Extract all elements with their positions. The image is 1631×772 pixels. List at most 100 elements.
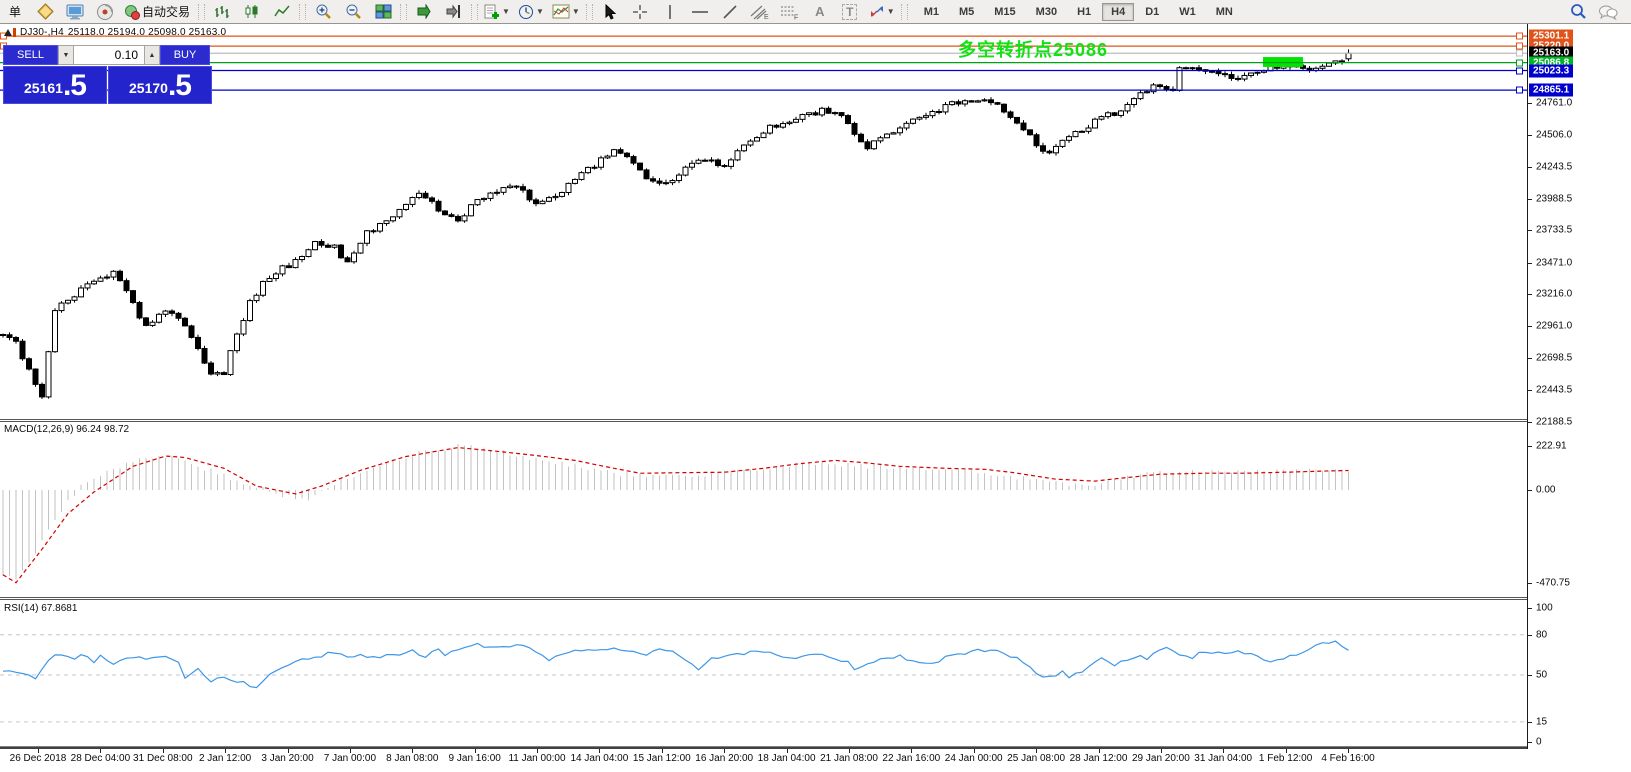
macd-label: MACD(12,26,9) 96.24 98.72 xyxy=(4,424,129,435)
autotrading-button[interactable]: 自动交易 xyxy=(121,1,195,23)
chart-ohlc-values: 25118.0 25194.0 25098.0 25163.0 xyxy=(68,27,226,38)
level-line-right-marker[interactable] xyxy=(1516,67,1523,74)
market-watch-icon[interactable] xyxy=(31,1,59,23)
rsi-axis-tick xyxy=(1527,675,1532,676)
price-axis-tick-label: 23471.0 xyxy=(1536,257,1572,268)
candlestick-chart-button[interactable] xyxy=(238,1,266,23)
new-order-button[interactable]: 单 xyxy=(1,1,29,23)
time-axis-label: 25 Jan 08:00 xyxy=(1007,753,1065,764)
time-axis-label: 2 Jan 12:00 xyxy=(199,753,251,764)
rsi-axis-tick-label: 100 xyxy=(1536,603,1553,614)
buy-price-display[interactable]: 25170.5 xyxy=(108,66,212,104)
time-axis-label: 22 Jan 16:00 xyxy=(882,753,940,764)
arrows-icon xyxy=(869,4,885,19)
chart-shift-button[interactable] xyxy=(440,1,468,23)
timeframe-M5[interactable]: M5 xyxy=(950,3,983,21)
macd-axis-tick xyxy=(1527,583,1532,584)
terminal-icon[interactable] xyxy=(61,1,89,23)
rsi-axis-tick xyxy=(1527,742,1532,743)
level-line-right-marker[interactable] xyxy=(1516,33,1523,40)
price-axis-tick xyxy=(1527,294,1532,295)
new-order-label: 单 xyxy=(7,3,23,20)
level-line-right-marker[interactable] xyxy=(1516,50,1523,57)
timeframe-M15[interactable]: M15 xyxy=(985,3,1024,21)
timeframe-D1[interactable]: D1 xyxy=(1136,3,1168,21)
sell-price-display[interactable]: 25161.5 xyxy=(3,66,107,104)
chat-button[interactable] xyxy=(1594,1,1622,23)
bar-chart-button[interactable] xyxy=(208,1,236,23)
level-line-right-marker[interactable] xyxy=(1516,43,1523,50)
timeframe-M1[interactable]: M1 xyxy=(915,3,948,21)
line-chart-button[interactable] xyxy=(268,1,296,23)
timeframe-MN[interactable]: MN xyxy=(1207,3,1242,21)
text-tool-button[interactable]: A xyxy=(806,1,834,23)
search-symbol-button[interactable] xyxy=(1564,1,1592,23)
price-axis-tick-label: 24243.5 xyxy=(1536,162,1572,173)
time-axis-label: 21 Jan 08:00 xyxy=(820,753,878,764)
level-line-right-marker[interactable] xyxy=(1516,87,1523,94)
zoom-out-button[interactable] xyxy=(339,1,367,23)
volume-increase-stepper[interactable]: ▲ xyxy=(144,45,160,65)
zoom-in-button[interactable] xyxy=(309,1,337,23)
indicators-icon xyxy=(552,4,570,19)
price-axis-tick-label: 23988.5 xyxy=(1536,193,1572,204)
zoom-out-icon xyxy=(345,3,362,20)
buy-price-fraction: .5 xyxy=(168,71,191,101)
timeframe-H1[interactable]: H1 xyxy=(1068,3,1100,21)
svg-text:F: F xyxy=(794,14,798,20)
macd-axis-tick-label: 0.00 xyxy=(1536,485,1555,496)
chart-shift-icon xyxy=(446,4,462,19)
arrows-tool-button[interactable]: ▼ xyxy=(866,1,898,23)
rsi-axis-tick-label: 50 xyxy=(1536,670,1547,681)
tile-windows-button[interactable] xyxy=(369,1,397,23)
fibonacci-tool-button[interactable]: F xyxy=(776,1,804,23)
time-axis-label: 4 Feb 16:00 xyxy=(1321,753,1374,764)
search-icon xyxy=(1570,3,1587,20)
auto-scroll-button[interactable] xyxy=(410,1,438,23)
templates-menu-button[interactable]: ▼ xyxy=(549,1,583,23)
chart-symbol-period: DJ30-,H4 xyxy=(20,27,64,38)
dropdown-caret: ▼ xyxy=(536,7,544,16)
periods-menu-button[interactable]: ▼ xyxy=(515,1,547,23)
toolbar-grip xyxy=(400,4,407,20)
toolbar-grip xyxy=(901,4,908,20)
buy-button[interactable]: BUY xyxy=(160,45,210,65)
price-axis-tick-label: 22443.5 xyxy=(1536,385,1572,396)
vertical-line-tool-button[interactable] xyxy=(656,1,684,23)
toolbar-grip xyxy=(471,4,478,20)
rsi-axis-tick-label: 15 xyxy=(1536,716,1547,727)
buy-price-main: 25170 xyxy=(129,75,168,101)
price-axis-tick xyxy=(1527,422,1532,423)
crosshair-tool-button[interactable] xyxy=(626,1,654,23)
volume-decrease-stepper[interactable]: ▼ xyxy=(58,45,74,65)
trendline-tool-button[interactable] xyxy=(716,1,744,23)
cursor-tool-button[interactable] xyxy=(596,1,624,23)
rsi-axis-tick xyxy=(1527,722,1532,723)
price-axis-tick xyxy=(1527,199,1532,200)
chat-bubbles-icon xyxy=(1598,4,1618,20)
svg-text:E: E xyxy=(764,14,769,20)
timeframe-W1[interactable]: W1 xyxy=(1170,3,1205,21)
text-label-tool-button[interactable]: T xyxy=(836,1,864,23)
dropdown-caret: ▼ xyxy=(502,7,510,16)
price-axis-tick xyxy=(1527,358,1532,359)
horizontal-line-tool-button[interactable] xyxy=(686,1,714,23)
macd-axis-tick xyxy=(1527,490,1532,491)
clock-icon xyxy=(518,4,534,20)
timeframe-H4[interactable]: H4 xyxy=(1102,3,1134,21)
horizontal-line-icon xyxy=(691,6,709,18)
time-axis-label: 15 Jan 12:00 xyxy=(633,753,691,764)
level-line-right-marker[interactable] xyxy=(1516,59,1523,66)
bar-chart-icon xyxy=(214,4,230,19)
new-order-menu-button[interactable]: ▼ xyxy=(481,1,513,23)
equidistant-channel-tool-button[interactable]: E xyxy=(746,1,774,23)
price-axis-tick xyxy=(1527,167,1532,168)
sell-button[interactable]: SELL xyxy=(3,45,58,65)
timeframe-M30[interactable]: M30 xyxy=(1027,3,1066,21)
dropdown-caret: ▼ xyxy=(572,7,580,16)
time-axis-label: 28 Jan 12:00 xyxy=(1070,753,1128,764)
signals-icon[interactable] xyxy=(91,1,119,23)
volume-input[interactable]: 0.10 xyxy=(74,45,144,65)
chart-plot-area[interactable] xyxy=(0,24,1527,749)
time-axis-label: 24 Jan 00:00 xyxy=(945,753,1003,764)
